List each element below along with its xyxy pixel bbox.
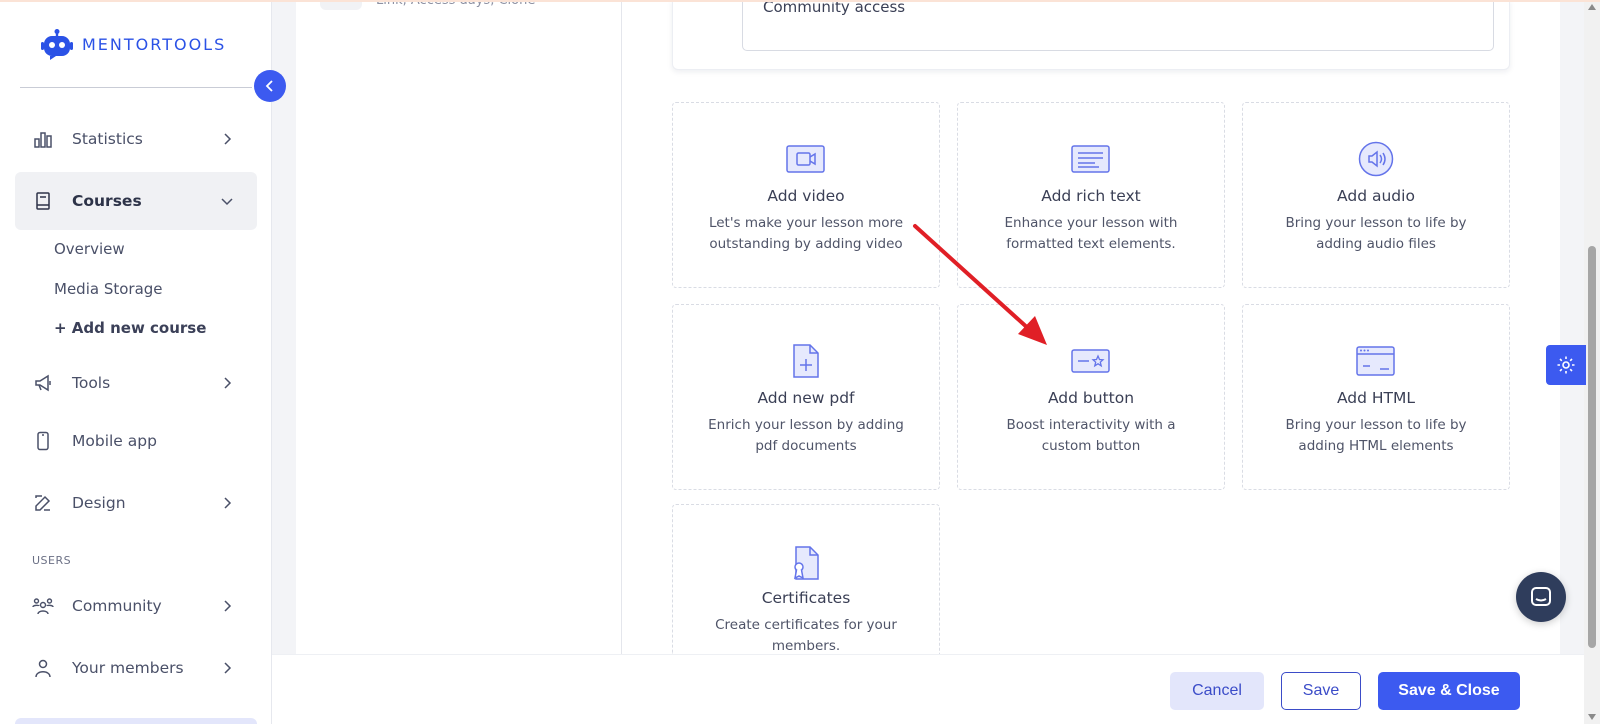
sidebar-item-label: Tools: [72, 374, 111, 392]
save-and-close-button[interactable]: Save & Close: [1378, 672, 1520, 710]
chevron-right-icon: [224, 600, 232, 612]
page-scrollbar[interactable]: [1584, 0, 1600, 724]
chevron-left-icon: [265, 80, 273, 92]
book-icon: [32, 190, 54, 212]
certificate-icon: [786, 545, 826, 581]
bar-chart-icon: [32, 128, 54, 150]
scroll-down-arrow-icon[interactable]: [1588, 714, 1596, 720]
user-icon: [32, 657, 54, 679]
sidebar-item-your-members[interactable]: Your members: [15, 639, 257, 697]
phone-icon: [32, 430, 54, 452]
sidebar-item-label: Design: [72, 494, 126, 512]
chat-support-button[interactable]: [1516, 572, 1566, 622]
add-video-tile[interactable]: Add video Let's make your lesson more ou…: [672, 102, 940, 288]
access-select-value: Community access: [763, 0, 906, 16]
add-rich-text-tile[interactable]: Add rich text Enhance your lesson with f…: [957, 102, 1225, 288]
access-card: Community access: [672, 0, 1510, 70]
scroll-up-arrow-icon[interactable]: [1588, 4, 1596, 10]
chevron-down-icon: [221, 198, 233, 206]
settings-tab[interactable]: [1546, 345, 1586, 385]
lesson-list-panel: Link, Access days, Clone: [296, 0, 622, 654]
collapse-sidebar-button[interactable]: [254, 70, 286, 102]
megaphone-icon: [32, 372, 54, 394]
tile-title: Add video: [767, 187, 845, 205]
sidebar-item-label: Statistics: [72, 130, 143, 148]
divider: [20, 87, 252, 88]
sidebar-item-community[interactable]: Community: [15, 577, 257, 635]
tile-description: Enrich your lesson by adding pdf documen…: [708, 417, 904, 454]
button-icon: [1071, 343, 1111, 379]
tile-description: Bring your lesson to life by adding audi…: [1285, 215, 1467, 252]
chevron-right-icon: [224, 662, 232, 674]
tile-description: Let's make your lesson more outstanding …: [708, 215, 904, 252]
section-label-users: USERS: [32, 554, 72, 567]
sidebar-subitem-add-new-course[interactable]: + Add new course: [54, 319, 206, 337]
tile-title: Add audio: [1337, 187, 1415, 205]
audio-icon: [1356, 141, 1396, 177]
chevron-right-icon: [224, 497, 232, 509]
top-accent-line: [0, 0, 1600, 2]
sidebar-item-mobile-app[interactable]: Mobile app: [15, 412, 257, 470]
pdf-icon: [786, 343, 826, 379]
add-pdf-tile[interactable]: Add new pdf Enrich your lesson by adding…: [672, 304, 940, 490]
tile-description: Create certificates for your members.: [715, 617, 897, 654]
rich-text-icon: [1071, 141, 1111, 177]
chevron-right-icon: [224, 133, 232, 145]
tile-title: Add HTML: [1336, 389, 1416, 407]
certificates-tile[interactable]: Certificates Create certificates for you…: [672, 504, 940, 654]
sidebar-item-label: Your members: [72, 659, 184, 677]
tile-title: Add new pdf: [757, 389, 855, 407]
tile-description: Boost interactivity with a custom button: [1006, 417, 1176, 454]
scrollbar-thumb[interactable]: [1588, 246, 1596, 648]
chat-icon: [1531, 587, 1551, 606]
cancel-button[interactable]: Cancel: [1170, 672, 1264, 710]
sidebar-item-courses[interactable]: Courses: [15, 172, 257, 230]
add-html-tile[interactable]: Add HTML Bring your lesson to life by ad…: [1242, 304, 1510, 490]
add-button-tile[interactable]: Add button Boost interactivity with a cu…: [957, 304, 1225, 490]
logo-text: MENTORTOOLS: [82, 34, 227, 54]
sidebar-item-statistics[interactable]: Statistics: [15, 110, 257, 168]
pencil-icon: [32, 492, 54, 514]
sidebar-item-label: Courses: [72, 192, 142, 210]
sidebar-next-item[interactable]: [15, 718, 257, 724]
sidebar-item-label: Mobile app: [72, 432, 157, 450]
chevron-right-icon: [224, 377, 232, 389]
sidebar-item-design[interactable]: Design: [15, 474, 257, 532]
sidebar-item-tools[interactable]: Tools: [15, 354, 257, 412]
html-icon: [1356, 343, 1396, 379]
sidebar: MENTORTOOLS Statistics Courses Overview …: [0, 0, 272, 724]
tile-description: Enhance your lesson with formatted text …: [1004, 215, 1178, 252]
sidebar-subitem-overview[interactable]: Overview: [54, 240, 125, 258]
robot-logo-icon: [41, 29, 73, 60]
video-icon: [786, 141, 826, 177]
tile-title: Add rich text: [1041, 187, 1141, 205]
add-audio-tile[interactable]: Add audio Bring your lesson to life by a…: [1242, 102, 1510, 288]
tile-title: Certificates: [761, 589, 851, 607]
save-button[interactable]: Save: [1281, 672, 1361, 710]
sidebar-item-label: Community: [72, 597, 162, 615]
tile-description: Bring your lesson to life by adding HTML…: [1285, 417, 1467, 454]
people-icon: [32, 595, 54, 617]
sidebar-subitem-media-storage[interactable]: Media Storage: [54, 280, 163, 298]
access-select[interactable]: Community access: [742, 0, 1494, 51]
logo[interactable]: MENTORTOOLS: [40, 28, 226, 60]
tile-title: Add button: [1047, 389, 1135, 407]
gear-icon: [1557, 356, 1575, 374]
